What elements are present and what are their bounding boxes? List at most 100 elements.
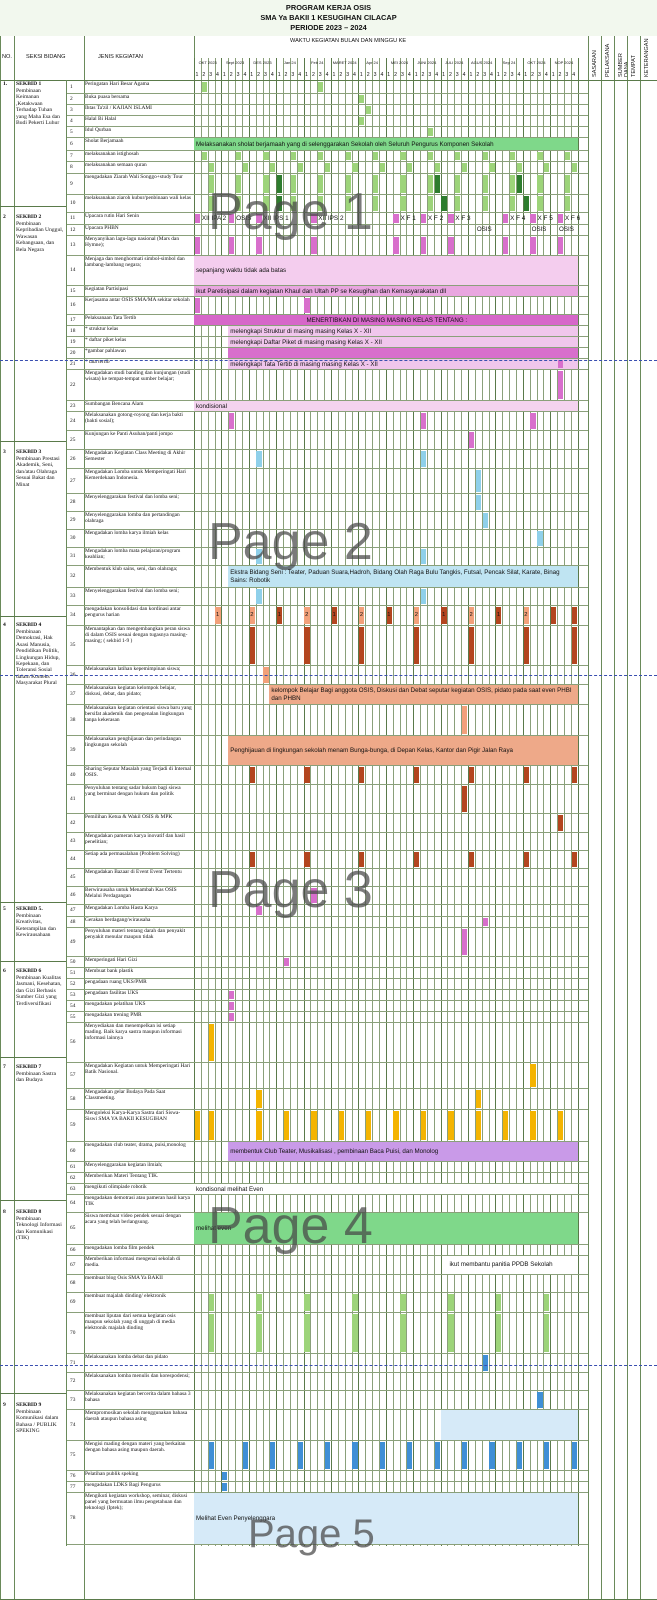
activity-number: 8 bbox=[70, 164, 73, 170]
schedule-mark bbox=[345, 151, 351, 160]
schedule-mark bbox=[420, 213, 427, 223]
schedule-mark bbox=[283, 957, 290, 966]
schedule-mark bbox=[503, 213, 509, 223]
month-label: OKT 2023 bbox=[198, 60, 217, 65]
schedule-mark bbox=[420, 236, 427, 254]
activity-number: 24 bbox=[70, 417, 76, 424]
activity-name: Kunjungan ke Panti Asuhan/panti jompo bbox=[85, 431, 173, 437]
schedule-mark bbox=[523, 626, 529, 664]
schedule-mark bbox=[235, 151, 242, 160]
schedule-mark bbox=[324, 162, 331, 172]
pelaksana-label: OSIS bbox=[476, 226, 492, 233]
schedule-mark bbox=[516, 162, 522, 172]
section-number: 8 bbox=[3, 1209, 6, 1215]
schedule-mark bbox=[557, 1110, 564, 1140]
section-title: SEKBID 5. bbox=[16, 906, 64, 912]
period: PERIODE 2023 – 2024 bbox=[290, 23, 367, 32]
activity-name: Mengisi mading dengan materi yang berkai… bbox=[85, 1441, 186, 1454]
activity-name: mengadakan konsolidasi dan kordinasi ant… bbox=[85, 606, 181, 619]
activity-name: Mengikuti kegiatan workshop, seminar, di… bbox=[85, 1493, 188, 1512]
activity-number: 74 bbox=[70, 1421, 76, 1428]
schedule-mark bbox=[304, 626, 310, 664]
schedule-mark bbox=[571, 162, 577, 172]
week-number: 4 bbox=[544, 72, 548, 78]
week-number: 2 bbox=[229, 72, 233, 78]
schedule-mark bbox=[557, 370, 564, 399]
activity-name: Melaksanakan kegiatan kelompok belajar, … bbox=[85, 685, 176, 698]
schedule-mark bbox=[427, 151, 433, 160]
schedule-mark bbox=[400, 1293, 406, 1311]
week-number: 3 bbox=[401, 72, 404, 78]
activity-band: ikut Paretisipasi dalam kegiatan Khaul d… bbox=[194, 286, 578, 296]
col-jenis-header: JENIS KEGIATAN bbox=[98, 54, 143, 60]
schedule-mark bbox=[256, 1313, 262, 1352]
section-title: SEKBID 1 bbox=[16, 81, 64, 87]
week-number: 3 bbox=[346, 72, 350, 78]
schedule-mark bbox=[530, 213, 536, 223]
meeting-label: 1 bbox=[277, 612, 281, 618]
schedule-mark bbox=[516, 1441, 522, 1469]
schedule-mark bbox=[516, 174, 522, 193]
page-watermark: Page 1 bbox=[208, 183, 373, 241]
activity-number: 47 bbox=[70, 907, 76, 913]
activity-number: 65 bbox=[70, 1225, 76, 1231]
activity-number: 57 bbox=[70, 1072, 76, 1078]
band-text: melengkapi Struktur di masing masing Kel… bbox=[230, 327, 372, 335]
activity-number: 68 bbox=[70, 1280, 76, 1286]
schedule-mark bbox=[427, 127, 433, 136]
schedule-mark bbox=[544, 1293, 550, 1311]
schedule-mark bbox=[304, 297, 310, 313]
activity-number: 60 bbox=[70, 1148, 76, 1154]
class-label: X F 2 bbox=[427, 214, 444, 222]
week-number: 4 bbox=[298, 72, 302, 78]
activity-name: Melaksanakan lomba menulis dan korespode… bbox=[85, 1373, 190, 1379]
week-number: 1 bbox=[305, 72, 308, 78]
schedule-mark bbox=[372, 174, 379, 193]
meeting-label: 2 bbox=[250, 612, 254, 618]
schedule-mark bbox=[400, 1313, 406, 1352]
activity-number: 61 bbox=[70, 1163, 76, 1170]
schedule-mark bbox=[420, 1110, 427, 1140]
activity-name: * daftar piket kelas bbox=[85, 337, 127, 343]
schedule-mark bbox=[475, 1089, 481, 1108]
week-number: 4 bbox=[380, 72, 384, 78]
section-title: SEKBID 7 bbox=[16, 1064, 64, 1070]
week-number: 2 bbox=[503, 72, 507, 78]
month-label: Sept 2023 bbox=[225, 60, 245, 65]
schedule-mark bbox=[551, 606, 557, 624]
activity-number: 42 bbox=[70, 819, 76, 826]
week-number: 1 bbox=[332, 72, 336, 78]
schedule-mark bbox=[359, 94, 365, 103]
schedule-mark bbox=[414, 626, 420, 664]
schedule-mark bbox=[400, 151, 406, 160]
section-description: Pembinaan Keimanan ,Ketakwaan Terhadap T… bbox=[16, 88, 60, 127]
activity-number: 67 bbox=[70, 1261, 76, 1268]
col-tempat-header: TEMPAT bbox=[631, 55, 637, 77]
section-no: 4 bbox=[3, 622, 6, 628]
activity-name: Menjaga dan menghormati simbol-simbol da… bbox=[85, 256, 185, 269]
band-text: melengkapi Daftar Piket di masing masing… bbox=[230, 338, 382, 346]
week-number: 1 bbox=[524, 72, 528, 78]
schedule-mark bbox=[249, 766, 255, 783]
schedule-mark bbox=[201, 151, 207, 160]
schedule-mark bbox=[407, 162, 413, 172]
month-label: Apr 24 bbox=[366, 60, 378, 65]
schedule-mark bbox=[530, 1063, 536, 1087]
month-label: JULI 2024 bbox=[445, 60, 464, 65]
activity-name: Menyediakan dan menempelkan isi setiap m… bbox=[85, 1023, 182, 1042]
schedule-mark bbox=[489, 1441, 495, 1469]
band-text: Penghijauan di lingkungan sekolah menam … bbox=[230, 746, 514, 754]
schedule-mark bbox=[324, 1441, 331, 1469]
activity-name: membuat liputan dari semua kegiatan osis… bbox=[85, 1313, 176, 1332]
page-watermark: Page 3 bbox=[208, 861, 373, 919]
activity-name: Mengadakan studi banding dan kunjungan (… bbox=[85, 370, 191, 383]
week-number: 1 bbox=[387, 72, 391, 78]
schedule-mark bbox=[448, 1313, 454, 1352]
schedule-mark bbox=[503, 1110, 509, 1140]
schedule-mark bbox=[544, 1313, 550, 1352]
schedule-mark bbox=[208, 1293, 214, 1311]
schedule-mark bbox=[379, 1441, 385, 1469]
schedule-mark bbox=[304, 1293, 310, 1311]
section-description: Pembinaan Komunikasi dalam Bahasa / PUBL… bbox=[16, 1409, 59, 1435]
activity-number: 14 bbox=[70, 267, 76, 273]
